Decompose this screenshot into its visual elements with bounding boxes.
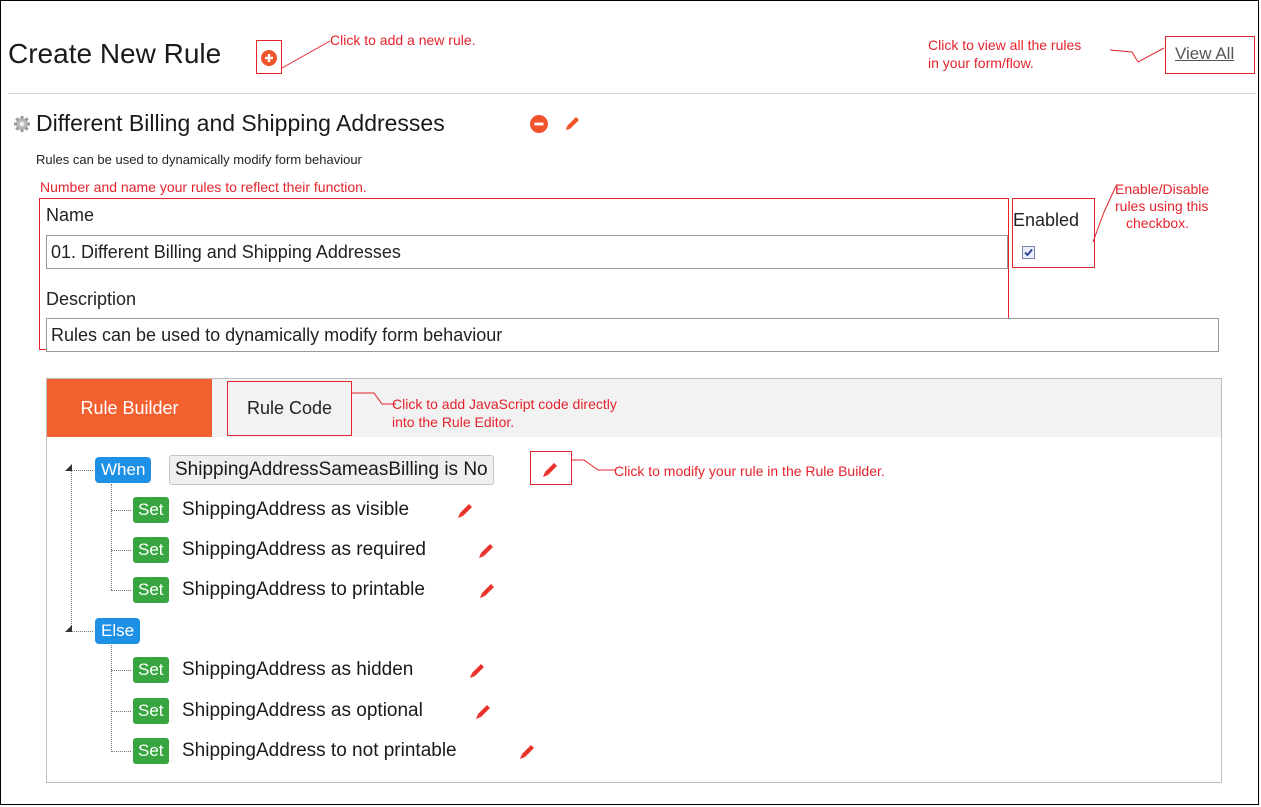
minus-circle-icon [530,115,548,133]
annotation-modify-rule: Click to modify your rule in the Rule Bu… [614,463,885,479]
name-label: Name [46,205,95,225]
tab-rule-code[interactable]: Rule Code [229,383,350,434]
page-title: Create New Rule [8,38,222,69]
tree-connector [71,470,93,471]
pencil-icon [566,117,579,130]
annotation-rule-code-2: into the Rule Editor. [392,414,515,430]
rule-subtitle: Rules can be used to dynamically modify … [36,152,362,167]
annotation-view-all-2: in your form/flow. [928,55,1034,71]
pencil-icon [479,544,493,558]
pencil-icon [458,504,472,518]
annotation-number-name: Number and name your rules to reflect th… [40,179,367,195]
tree-connector [111,711,131,712]
header-divider [8,93,1256,94]
tree-connector [111,510,131,511]
action-text[interactable]: ShippingAddress as required [182,537,426,563]
action-text[interactable]: ShippingAddress to not printable [182,738,457,764]
annotation-arrow-view-all [1109,47,1165,63]
tree-connector [71,631,93,632]
view-all-link[interactable]: View All [1175,44,1234,64]
set-badge[interactable]: Set [133,738,169,764]
set-badge[interactable]: Set [133,657,169,683]
pencil-icon [476,705,490,719]
annotation-enable-2: rules using this [1115,198,1209,214]
collapse-toggle-icon[interactable] [64,462,74,472]
checkmark-icon [1024,248,1033,257]
collapse-toggle-icon[interactable] [64,623,74,633]
tree-connector [111,670,131,671]
remove-rule-button[interactable] [530,115,548,133]
set-badge[interactable]: Set [133,577,169,603]
tab-rule-builder[interactable]: Rule Builder [47,379,212,437]
description-input[interactable]: Rules can be used to dynamically modify … [46,318,1219,352]
edit-action-button[interactable] [455,499,477,521]
edit-condition-button[interactable] [540,458,562,480]
pencil-icon [480,584,494,598]
enabled-checkbox[interactable] [1022,246,1035,259]
edit-rule-heading-button[interactable] [563,113,583,133]
when-badge[interactable]: When [95,457,152,483]
tree-connector [111,751,131,752]
set-badge[interactable]: Set [133,698,169,724]
add-rule-button[interactable] [261,50,277,66]
condition-field[interactable]: ShippingAddressSameasBilling is No [169,455,494,485]
pencil-icon [520,745,534,759]
edit-action-button[interactable] [473,700,495,722]
action-text[interactable]: ShippingAddress to printable [182,577,425,603]
rule-heading: Different Billing and Shipping Addresses [36,110,445,136]
edit-action-button[interactable] [476,539,498,561]
else-badge[interactable]: Else [95,618,141,644]
set-badge[interactable]: Set [133,537,169,563]
edit-action-button[interactable] [517,740,539,762]
annotation-enable-1: Enable/Disable [1115,181,1210,197]
action-text[interactable]: ShippingAddress as optional [182,698,423,724]
description-label: Description [46,289,137,309]
rule-builder-panel [46,437,1222,783]
tree-connector [111,550,131,551]
edit-action-button[interactable] [477,579,499,601]
action-text[interactable]: ShippingAddress as visible [182,497,409,523]
annotation-view-all-1: Click to view all the rules [928,37,1082,53]
tree-connector [111,590,131,591]
gear-icon [13,115,31,133]
annotation-enable-3: checkbox. [1126,215,1190,231]
edit-action-button[interactable] [467,659,489,681]
pencil-icon [543,463,557,477]
pencil-icon [470,664,484,678]
tree-connector [111,645,112,752]
annotation-add-rule: Click to add a new rule. [330,32,476,48]
enabled-label: Enabled [1013,210,1080,230]
tree-connector [71,470,72,632]
plus-circle-icon [261,50,277,66]
tab-bar [46,378,1222,438]
tree-connector [111,484,112,590]
annotation-arrow-modify [572,459,616,471]
action-text[interactable]: ShippingAddress as hidden [182,657,413,683]
name-input[interactable]: 01. Different Billing and Shipping Addre… [46,235,1008,269]
set-badge[interactable]: Set [133,497,169,523]
annotation-rule-code-1: Click to add JavaScript code directly [392,396,617,412]
